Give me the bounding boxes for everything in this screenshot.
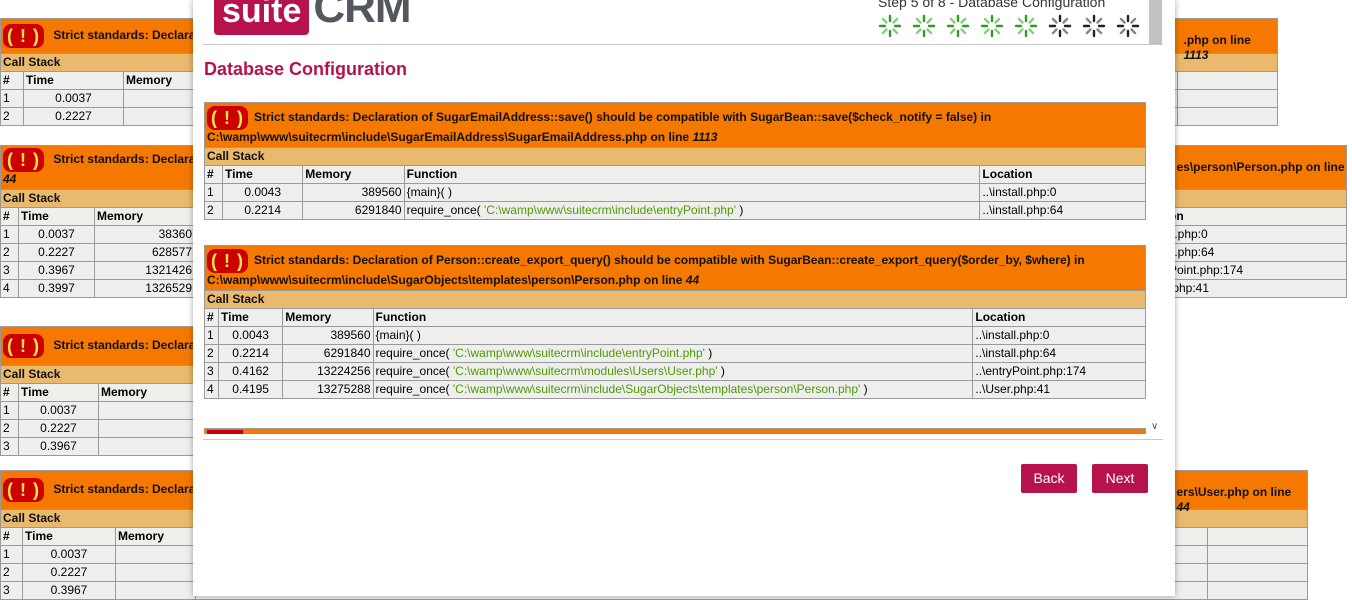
next-button[interactable]: Next <box>1092 464 1148 493</box>
col-num: # <box>204 308 220 327</box>
scroll-down-icon[interactable]: ∨ <box>1151 421 1158 432</box>
table-row: 3 0.4162 13224256 require_once( 'C:\wamp\w… <box>204 362 1146 381</box>
table-row: 1 0.0043 389560 {main}( ) ..\install.php:0 <box>204 326 1146 345</box>
suitecrm-logo: suite CRM <box>214 0 412 35</box>
col-memory: Memory <box>282 308 374 327</box>
error-2-line: 44 <box>685 272 700 287</box>
step-4-icon <box>980 14 1004 38</box>
logo-crm: CRM <box>313 0 411 32</box>
error-icon: ( ! ) <box>207 105 248 130</box>
table-row: 2 0.2214 6291840 require_once( 'C:\wamp\… <box>204 201 1146 220</box>
error-table-1: ( ! ) Strict standards: Declaration of Su… <box>204 102 1146 220</box>
cell-location: ..\install.php:64 <box>979 201 1146 220</box>
col-memory: Memory <box>115 527 196 546</box>
bg-error-4-right: ers\User.php on line 44 <box>1176 484 1292 514</box>
col-time: Time <box>23 71 124 90</box>
table-row: 1 0.0043 389560 {main}( ) ..\install.php… <box>204 183 1146 202</box>
cell-time: 0.2214 <box>222 201 304 220</box>
table-row: 4 0.4195 13275288 require_once( 'C:\wamp\w… <box>204 380 1146 399</box>
error-icon: ( ! ) <box>3 334 44 358</box>
col-num: # <box>204 165 224 184</box>
step-3-icon <box>946 14 970 38</box>
error-table-2: ( ! ) Strict standards: Declaration of Pe… <box>204 245 1146 399</box>
bg-error-2-text: Strict standards: Declaratio <box>53 152 211 167</box>
bg-error-2-right: es\person\Person.php on line <box>1176 159 1345 174</box>
errors-scroll-area[interactable]: ( ! ) Strict standards: Declaration of Su… <box>204 100 1148 434</box>
col-time: Time <box>18 383 99 402</box>
cell-function: require_once( 'C:\wamp\www\suitecrm\incl… <box>403 201 981 220</box>
step-8-icon <box>1116 14 1140 38</box>
col-time: Time <box>218 308 284 327</box>
col-function: Function <box>403 165 981 184</box>
errors-scrollbar[interactable]: ∨ <box>1148 100 1162 434</box>
col-location: on <box>1165 207 1348 226</box>
bg-error-4-text: Strict standards: Declaratio <box>53 482 211 497</box>
error-1-message: Strict standards: Declaration of SugarEm… <box>207 109 992 144</box>
error-icon: ( ! ) <box>3 478 44 502</box>
error-2-message: Strict standards: Declaration of Person:… <box>207 252 1085 287</box>
step-7-icon <box>1082 14 1106 38</box>
step-progress <box>878 14 1140 38</box>
error-icon: ( ! ) <box>207 248 248 273</box>
col-time: Time <box>22 527 116 546</box>
error-table-3-partial <box>204 428 1146 434</box>
col-memory: Memory <box>94 207 195 226</box>
col-memory: Memory <box>123 71 194 90</box>
step-5-icon <box>1014 14 1038 38</box>
col-num: # <box>0 71 24 90</box>
error-icon: ( ! ) <box>3 24 44 48</box>
col-memory: Memory <box>302 165 405 184</box>
page-scrollbar-thumb[interactable] <box>1149 0 1162 44</box>
cell-memory: 6291840 <box>302 201 405 220</box>
error-1-line: 1113 <box>692 129 718 144</box>
page-title: Database Configuration <box>204 59 408 79</box>
col-num: # <box>0 527 23 546</box>
cell-function: {main}( ) <box>403 183 981 202</box>
cell-num: 2 <box>204 201 224 220</box>
bg-error-1-right: .php on line 1113 <box>1183 32 1251 62</box>
bg-error-3-text: Strict standards: Declaratio <box>53 338 211 353</box>
error-icon: ( ! ) <box>3 148 44 172</box>
step-6-icon <box>1048 14 1072 38</box>
header-divider <box>203 44 1163 45</box>
cell-num: 1 <box>204 183 224 202</box>
col-location: Location <box>979 165 1146 184</box>
step-2-icon <box>912 14 936 38</box>
step-1-icon <box>878 14 902 38</box>
col-location: Location <box>972 308 1146 327</box>
back-button[interactable]: Back <box>1021 464 1077 493</box>
cell-location: ..\install.php:0 <box>979 183 1146 202</box>
table-row: 2 0.2214 6291840 require_once( 'C:\wamp\ww… <box>204 344 1146 363</box>
col-function: Function <box>372 308 974 327</box>
logo-suite: suite <box>214 0 310 35</box>
footer-divider <box>203 439 1163 440</box>
step-indicator-text: Step 5 of 8 - Database Configuration <box>878 0 1106 10</box>
cell-memory: 389560 <box>302 183 405 202</box>
col-time: Time <box>18 207 95 226</box>
cell-time: 0.0043 <box>222 183 304 202</box>
col-num: # <box>0 207 19 226</box>
col-time: Time <box>222 165 304 184</box>
call-stack-label: Call Stack <box>204 147 1146 166</box>
col-num: # <box>0 383 19 402</box>
bg-error-1-text: Strict standards: Declaratio <box>53 28 211 43</box>
call-stack-label: Call Stack <box>204 290 1146 309</box>
